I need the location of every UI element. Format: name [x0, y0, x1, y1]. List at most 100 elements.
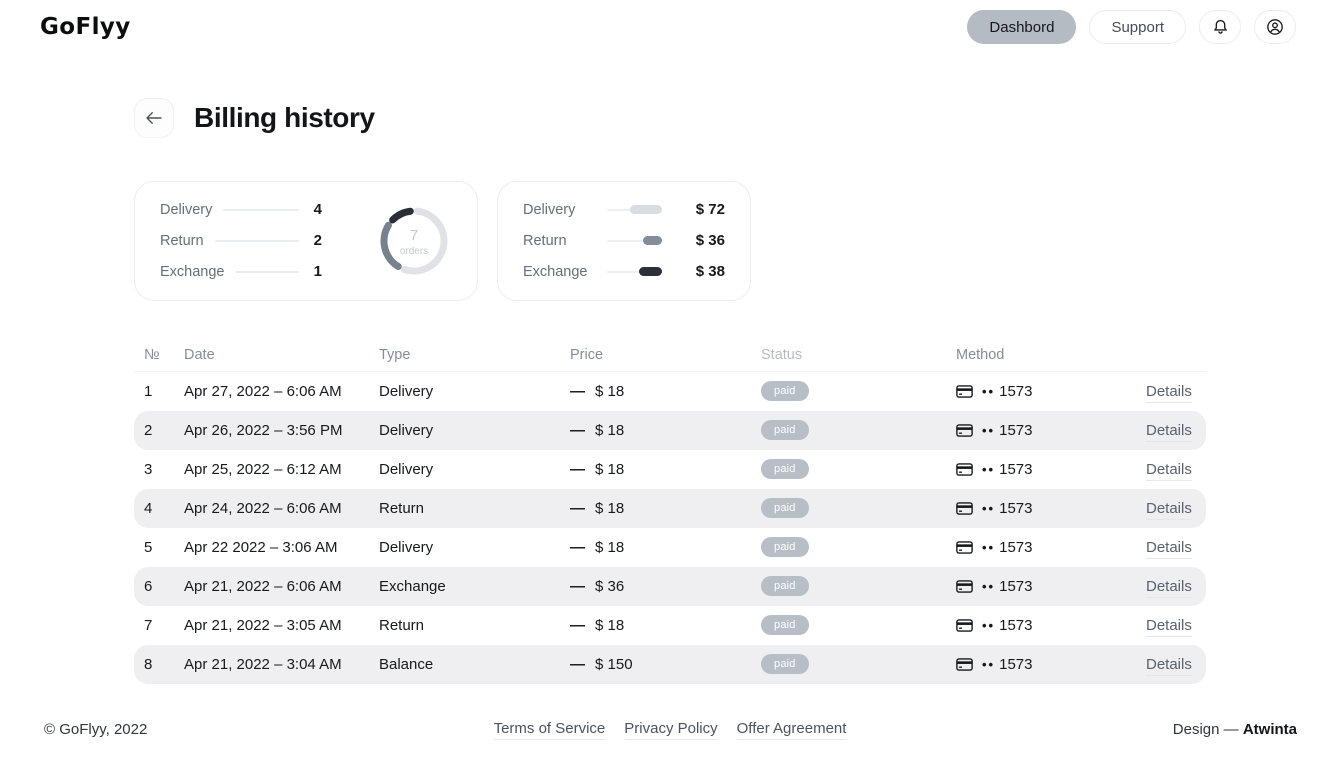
nav-support-button[interactable]: Support [1089, 10, 1186, 44]
cell-price: — $ 18 [570, 500, 761, 517]
card-last4: 1573 [999, 382, 1033, 400]
cell-details: Details [1146, 421, 1208, 442]
column-header-type: Type [379, 347, 411, 363]
card-number-dots: •• [982, 656, 996, 672]
card-number-dots: •• [982, 383, 996, 399]
table-row: 4 Apr 24, 2022 – 6:06 AM Return — $ 18 p… [134, 488, 1208, 528]
nav-dashboard-button[interactable]: Dashbord [967, 10, 1077, 44]
cell-date: Apr 21, 2022 – 3:05 AM [184, 616, 342, 634]
price-value: $ 36 [595, 577, 625, 595]
column-header-status: Status [761, 347, 803, 363]
cell-status: paid [761, 381, 956, 401]
price-value: $ 18 [595, 460, 625, 478]
cell-details: Details [1146, 538, 1208, 559]
cell-status: paid [761, 420, 956, 440]
back-button[interactable] [134, 97, 174, 138]
amount-bar-track [607, 267, 662, 277]
footer-link[interactable]: Offer Agreement [736, 720, 847, 740]
cell-date: Apr 22 2022 – 3:06 AM [184, 538, 338, 556]
table-row: 2 Apr 26, 2022 – 3:56 PM Delivery — $ 18… [134, 410, 1208, 450]
cell-number: 2 [144, 421, 153, 439]
cell-type: Return [379, 499, 425, 517]
cell-type: Delivery [379, 538, 434, 556]
donut-segment-return [380, 221, 402, 270]
order-stat-row: Exchange 1 [160, 263, 322, 281]
design-prefix: Design — [1172, 721, 1243, 738]
card-last4: 1573 [999, 655, 1033, 673]
order-stat-value: 2 [313, 232, 322, 249]
cell-price: — $ 18 [570, 422, 761, 439]
table-header: № Date Type Price Status Method [134, 340, 1206, 372]
notifications-button[interactable] [1199, 10, 1241, 44]
amount-bar-track [607, 236, 662, 246]
design-credit: Design — Atwinta [1173, 721, 1297, 738]
footer-link[interactable]: Privacy Policy [624, 720, 718, 740]
design-studio-link[interactable]: Atwinta [1243, 721, 1297, 738]
price-value: $ 18 [595, 421, 625, 439]
amount-stat-label: Delivery [523, 201, 576, 218]
account-button[interactable] [1254, 10, 1296, 44]
card-last4: 1573 [999, 460, 1033, 478]
cell-price: — $ 150 [570, 656, 761, 673]
order-stat-label: Delivery [160, 201, 213, 218]
details-link[interactable]: Details [1146, 655, 1192, 676]
status-badge: paid [761, 459, 809, 479]
amount-stat-row: Delivery $ 72 [523, 201, 725, 219]
cell-status: paid [761, 459, 956, 479]
details-link[interactable]: Details [1146, 538, 1192, 559]
card-number-dots: •• [982, 500, 996, 516]
billing-table: № Date Type Price Status Method 1 Apr 27… [134, 340, 1206, 684]
column-header-number: № [144, 347, 160, 363]
amount-bar-track [607, 205, 662, 215]
cell-details: Details [1146, 382, 1208, 403]
amounts-card: Delivery $ 72 Return $ 36 Exchange $ 38 [497, 180, 751, 301]
card-number-dots: •• [982, 539, 996, 555]
title-row: Billing history [134, 83, 1206, 153]
details-link[interactable]: Details [1146, 499, 1192, 520]
price-dash: — [570, 421, 585, 439]
price-value: $ 18 [595, 382, 625, 400]
status-badge: paid [761, 537, 809, 557]
credit-card-icon [956, 423, 973, 437]
status-badge: paid [761, 615, 809, 635]
details-link[interactable]: Details [1146, 577, 1192, 598]
amount-stat-row: Exchange $ 38 [523, 263, 725, 281]
details-link[interactable]: Details [1146, 382, 1192, 403]
price-dash: — [570, 382, 585, 400]
cell-status: paid [761, 576, 956, 596]
card-last4: 1573 [999, 421, 1033, 439]
header-nav: Dashbord Support [967, 10, 1296, 44]
cell-method: •• 1573 [956, 422, 1146, 439]
cell-number: 5 [144, 538, 153, 556]
cell-status: paid [761, 654, 956, 674]
summary-cards: Delivery 4 Return 2 Exchange 1 7 orders … [134, 180, 1206, 301]
arrow-left-icon [146, 111, 162, 124]
details-link[interactable]: Details [1146, 460, 1192, 481]
price-dash: — [570, 538, 585, 556]
card-number-dots: •• [982, 422, 996, 438]
table-row: 3 Apr 25, 2022 – 6:12 AM Delivery — $ 18… [134, 450, 1206, 489]
cell-details: Details [1146, 499, 1208, 520]
card-last4: 1573 [999, 616, 1033, 634]
cell-price: — $ 36 [570, 578, 761, 595]
credit-card-icon [956, 540, 973, 554]
table-row: 6 Apr 21, 2022 – 6:06 AM Exchange — $ 36… [134, 566, 1206, 606]
page-title: Billing history [194, 101, 375, 133]
cell-method: •• 1573 [956, 539, 1146, 556]
footer-link[interactable]: Terms of Service [493, 720, 606, 740]
copyright: © GoFlyy, 2022 [44, 721, 148, 738]
logo: GoFlyy [40, 14, 131, 40]
cell-number: 4 [144, 499, 153, 517]
profile-icon [1267, 19, 1283, 35]
amount-stat-value: $ 72 [695, 201, 725, 218]
credit-card-icon [956, 384, 973, 398]
cell-status: paid [761, 498, 956, 518]
status-badge: paid [761, 654, 809, 674]
donut-total: 7 [410, 227, 418, 244]
stat-connector-line [214, 239, 299, 242]
details-link[interactable]: Details [1146, 421, 1192, 442]
amount-bar-pill [630, 205, 662, 214]
cell-type: Exchange [379, 577, 446, 595]
details-link[interactable]: Details [1146, 616, 1192, 637]
orders-card: Delivery 4 Return 2 Exchange 1 7 orders [134, 180, 478, 301]
